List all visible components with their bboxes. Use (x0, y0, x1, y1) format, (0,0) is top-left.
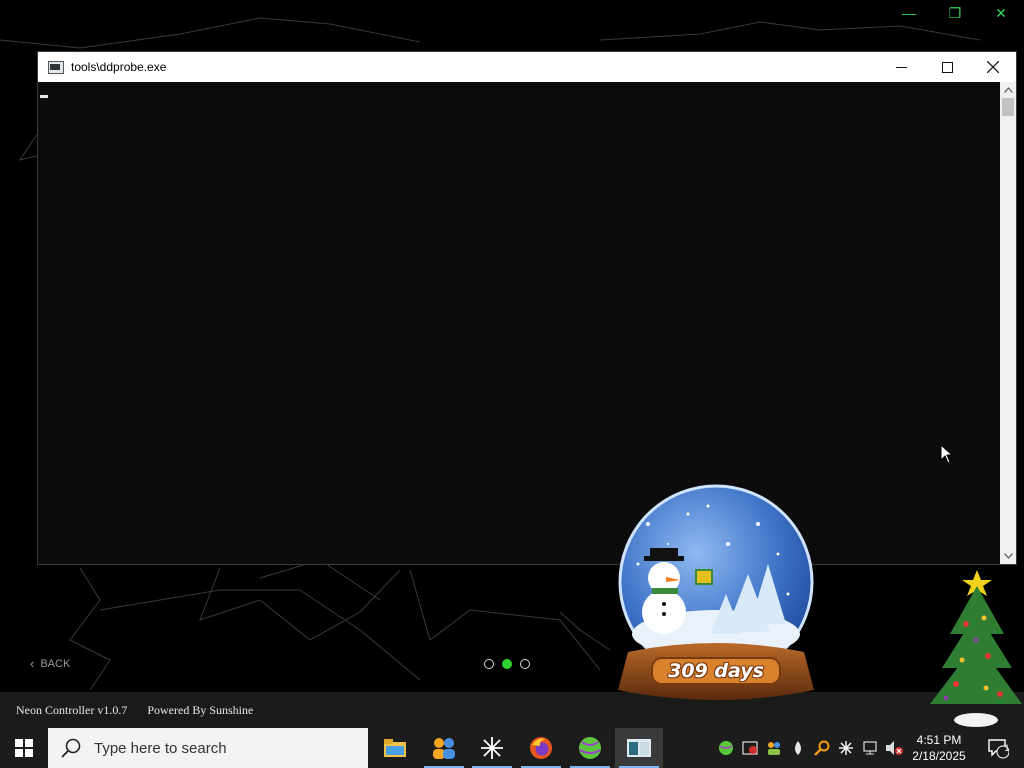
taskbar-snowflake-app[interactable] (468, 728, 516, 768)
search-placeholder: Type here to search (94, 739, 227, 757)
windows-logo-icon (15, 739, 33, 757)
start-button[interactable] (0, 728, 48, 768)
console-app-icon (48, 60, 64, 74)
notification-center-button[interactable]: 1 (978, 728, 1018, 768)
page-dot-3[interactable] (520, 659, 530, 669)
scroll-thumb[interactable] (1002, 98, 1014, 116)
folder-icon (384, 739, 406, 757)
close-icon (987, 61, 999, 73)
app-restore-button[interactable]: ❐ (942, 4, 968, 22)
console-output-area[interactable] (38, 82, 1000, 564)
snowflake-icon (481, 737, 503, 759)
console-titlebar[interactable]: tools\ddprobe.exe (38, 52, 1016, 82)
tray-snowflake-icon[interactable] (834, 728, 858, 768)
days-counter-text: 309 days (668, 660, 764, 682)
clock-date: 2/18/2025 (912, 749, 966, 763)
scroll-down-arrow-icon[interactable] (1000, 548, 1016, 564)
console-title: tools\ddprobe.exe (71, 60, 167, 74)
back-button[interactable]: ‹ BACK (30, 656, 70, 671)
chevron-up-icon (1003, 87, 1013, 93)
minimize-icon (895, 66, 907, 68)
app-minimize-button[interactable]: — (896, 4, 922, 22)
text-cursor (40, 95, 48, 98)
tray-search-magnifier-icon[interactable] (810, 728, 834, 768)
taskbar-people-app[interactable] (420, 728, 468, 768)
notification-count: 1 (1004, 743, 1010, 753)
tray-security-icon[interactable] (738, 728, 762, 768)
console-window: tools\ddprobe.exe (38, 52, 1016, 564)
chevron-left-icon: ‹ (30, 656, 35, 671)
mouse-pointer-icon (940, 444, 954, 464)
page-dot-1[interactable] (484, 659, 494, 669)
back-label: BACK (40, 657, 71, 670)
tray-people-sync-icon[interactable] (762, 728, 786, 768)
page-indicator (484, 659, 530, 669)
taskbar-firefox[interactable] (517, 728, 565, 768)
vertical-scrollbar[interactable] (1000, 82, 1016, 564)
console-window-icon (627, 739, 651, 757)
version-text: Neon Controller v1.0.7 (16, 702, 128, 717)
minimize-button[interactable] (878, 52, 924, 82)
close-button[interactable] (970, 52, 1016, 82)
taskbar-file-explorer[interactable] (371, 728, 419, 768)
taskbar-search-box[interactable]: Type here to search (48, 728, 368, 768)
green-ball-icon (579, 737, 601, 759)
people-app-icon (433, 738, 455, 759)
scroll-up-arrow-icon[interactable] (1000, 82, 1016, 98)
taskbar-clock[interactable]: 4:51 PM 2/18/2025 (906, 728, 972, 768)
maximize-button[interactable] (924, 52, 970, 82)
firefox-icon (530, 737, 552, 759)
christmas-tree-decoration (930, 570, 1022, 727)
app-close-button[interactable]: ✕ (988, 4, 1014, 22)
search-icon (61, 738, 81, 758)
app-footer: Neon Controller v1.0.7 Powered By Sunshi… (0, 692, 1024, 728)
clock-time: 4:51 PM (916, 733, 962, 747)
tray-green-ball-icon[interactable] (714, 728, 738, 768)
page-dot-2[interactable] (502, 659, 512, 669)
maximize-icon (941, 61, 953, 73)
system-tray (714, 728, 906, 768)
chevron-down-icon (1003, 553, 1013, 559)
powered-by-text: Powered By Sunshine (147, 702, 254, 717)
tray-volume-muted-icon[interactable] (882, 728, 906, 768)
taskbar-console-app[interactable] (615, 728, 663, 768)
taskbar: Type here to search 4:51 PM 2/18/2025 1 (0, 728, 1024, 768)
tray-network-icon[interactable] (858, 728, 882, 768)
taskbar-green-ball-app[interactable] (566, 728, 614, 768)
tray-droplet-icon[interactable] (786, 728, 810, 768)
